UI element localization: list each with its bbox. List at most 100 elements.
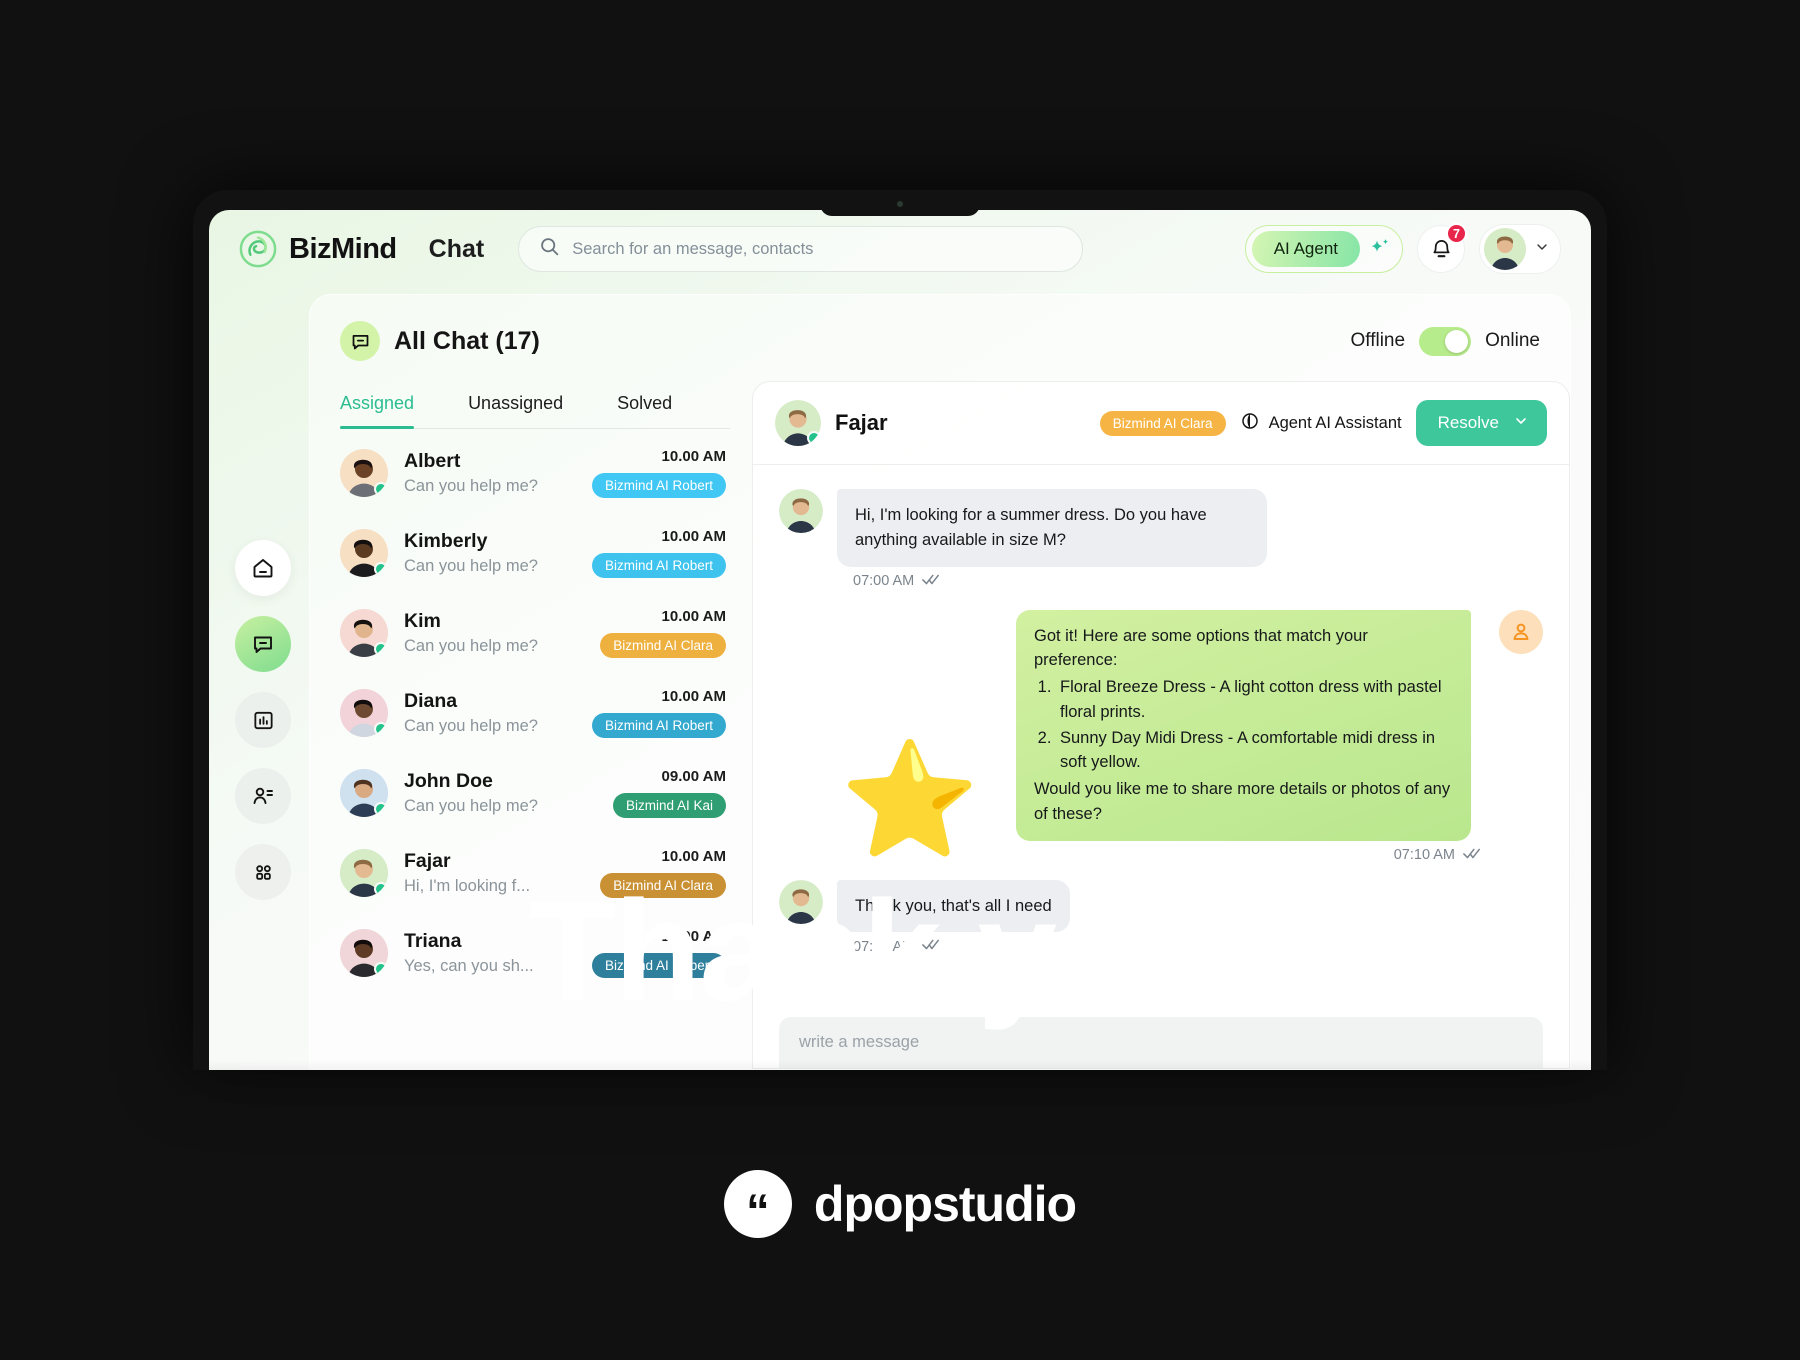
- resolve-label: Resolve: [1437, 413, 1499, 432]
- avatar: [779, 879, 823, 924]
- avatar: [775, 400, 821, 446]
- chat-item-name: Kimberly: [404, 530, 488, 553]
- chat-item-right: 10.00 AM Bizmind AI Robert: [591, 688, 726, 738]
- bar-chart-icon: [253, 711, 273, 729]
- tab-solved[interactable]: Solved: [617, 381, 672, 428]
- chat-item-right: 10.00 AM Bizmind AI Robert: [591, 448, 726, 498]
- chat-list-item[interactable]: Fajar Hi, I'm looking f... 10.00 AM Bizmind…: [340, 833, 730, 913]
- chat-item-ai-tag: Bizmind AI Robert: [591, 553, 726, 578]
- tab-assigned[interactable]: Assigned: [340, 381, 415, 429]
- sidebar-item-home[interactable]: [235, 540, 291, 596]
- chat-item-ai-tag: Bizmind AI Robert: [591, 473, 726, 498]
- offline-label: Offline: [1350, 330, 1406, 351]
- chat-item-meta: Albert Can you help me?: [404, 448, 576, 497]
- chat-item-name: Fajar: [404, 850, 451, 873]
- chat-list-item[interactable]: John Doe Can you help me? 09.00 AM Bizmind …: [340, 753, 730, 833]
- chat-item-time: 10.00 AM: [661, 448, 726, 465]
- chevron-down-icon: [1534, 239, 1550, 260]
- quote-mark-icon: “: [723, 1170, 792, 1238]
- toggle-knob: [1445, 329, 1469, 353]
- chat-item-right: 10.00 AM Bizmind AI Robert: [591, 528, 726, 578]
- message-composer[interactable]: write a message: [779, 1017, 1543, 1068]
- chat-item-name: Triana: [404, 930, 462, 953]
- brand-name: BizMind: [289, 232, 397, 265]
- message-intro: Got it! Here are some options that match…: [1034, 626, 1368, 670]
- conversation-contact-name: Fajar: [835, 410, 888, 435]
- online-dot: [374, 482, 388, 496]
- studio-credit: “ dpopstudio: [0, 1170, 1800, 1238]
- chat-item-preview: Can you help me?: [404, 796, 538, 815]
- device-frame: BizMind Chat AI Agent: [193, 190, 1607, 1070]
- chat-item-preview: Yes, can you sh...: [404, 956, 534, 975]
- message-incoming: Thank you, that's all I need: [779, 879, 1543, 933]
- sidebar-item-apps[interactable]: [235, 844, 291, 900]
- main-panel: All Chat (17) Offline Online Assigned Un…: [309, 294, 1571, 1070]
- top-bar-actions: AI Agent 7: [1244, 223, 1561, 274]
- search-icon: [539, 236, 560, 262]
- ai-agent-button[interactable]: AI Agent: [1244, 225, 1403, 273]
- chat-item-preview: Hi, I'm looking f...: [404, 876, 531, 895]
- chat-item-ai-tag: Bizmind AI Clara: [600, 873, 726, 898]
- chat-item-meta: John Doe Can you help me?: [404, 768, 597, 817]
- chat-filter-tabs: Assigned Unassigned Solved: [340, 381, 730, 429]
- chat-item-right: 10.00 AM Bizmind AI Clara: [600, 848, 726, 898]
- sidebar-item-chat[interactable]: [235, 616, 291, 672]
- person-icon: [1513, 623, 1529, 640]
- message-timestamp: 07:10 AM: [779, 847, 1481, 864]
- chat-item-time: 10.00 AM: [661, 688, 726, 705]
- agent-assistant-label: Agent AI Assistant: [1268, 413, 1402, 432]
- agent-avatar: [1499, 609, 1543, 654]
- conversation-ai-tag: Bizmind AI Clara: [1099, 410, 1226, 436]
- top-bar: BizMind Chat AI Agent: [209, 210, 1591, 288]
- chat-list-item[interactable]: Kimberly Can you help me? 10.00 AM Bizmind …: [340, 513, 730, 593]
- tab-unassigned[interactable]: Unassigned: [468, 381, 563, 428]
- avatar: [779, 489, 823, 533]
- chat-item-name: Albert: [404, 450, 461, 473]
- user-menu[interactable]: [1479, 224, 1561, 274]
- avatar: [340, 929, 388, 977]
- chat-list-item[interactable]: Diana Can you help me? 10.00 AM Bizmind AI …: [340, 673, 730, 753]
- studio-name: dpopstudio: [813, 1176, 1077, 1232]
- notifications-button[interactable]: 7: [1417, 223, 1467, 273]
- avatar: [1484, 228, 1526, 270]
- avatar: [340, 769, 388, 817]
- screenshot-stage: BizMind Chat AI Agent: [0, 0, 1800, 1360]
- chat-item-preview: Can you help me?: [404, 716, 538, 735]
- online-dot: [374, 562, 388, 576]
- avatar: [340, 689, 388, 737]
- double-check-icon: [922, 938, 940, 955]
- panel-header: All Chat (17) Offline Online: [310, 295, 1570, 371]
- chat-item-preview: Can you help me?: [404, 476, 538, 495]
- online-dot: [374, 722, 388, 736]
- search-input[interactable]: [572, 239, 1063, 259]
- message-timestamp: 07:00 AM: [853, 573, 1543, 590]
- chat-list-column: Assigned Unassigned Solved Albert Can you…: [310, 381, 730, 1069]
- chat-list-item[interactable]: Albert Can you help me? 10.00 AM Bizmind AI…: [340, 433, 730, 513]
- chat-item-time: 09.00 AM: [661, 768, 726, 785]
- message-bubble: Thank you, that's all I need: [837, 879, 1070, 933]
- person-list-icon: [253, 787, 273, 804]
- home-icon: [253, 559, 273, 578]
- chat-bubble-icon: [254, 636, 272, 653]
- chat-item-preview: Can you help me?: [404, 636, 538, 655]
- message-bubble: Hi, I'm looking for a summer dress. Do y…: [837, 489, 1267, 567]
- online-toggle[interactable]: [1419, 326, 1472, 356]
- sidebar-item-analytics[interactable]: [235, 692, 291, 748]
- page-title: Chat: [428, 234, 485, 263]
- chat-list-item[interactable]: Triana Yes, can you sh... 10.00 AM Bizmind …: [340, 913, 730, 993]
- list-item: Floral Breeze Dress - A light cotton dre…: [1056, 675, 1453, 725]
- timestamp-text: 07:00 AM: [853, 938, 915, 955]
- chat-list-item[interactable]: Kim Can you help me? 10.00 AM Bizmind AI Cl…: [340, 593, 730, 673]
- chat-item-right: 10.00 AM Bizmind AI Robert: [591, 928, 726, 978]
- search-bar[interactable]: [518, 226, 1084, 272]
- grid-apps-icon: [255, 864, 271, 880]
- online-dot: [374, 802, 388, 816]
- resolve-button[interactable]: Resolve: [1415, 400, 1547, 446]
- sidebar-item-contacts[interactable]: [235, 768, 291, 824]
- message-option-list: Floral Breeze Dress - A light cotton dre…: [1056, 675, 1453, 775]
- chat-list[interactable]: Albert Can you help me? 10.00 AM Bizmind AI…: [340, 429, 730, 1069]
- chat-item-meta: Diana Can you help me?: [404, 688, 576, 737]
- chat-item-ai-tag: Bizmind AI Kai: [612, 793, 726, 818]
- brand: BizMind: [239, 230, 397, 268]
- online-dot: [807, 431, 821, 445]
